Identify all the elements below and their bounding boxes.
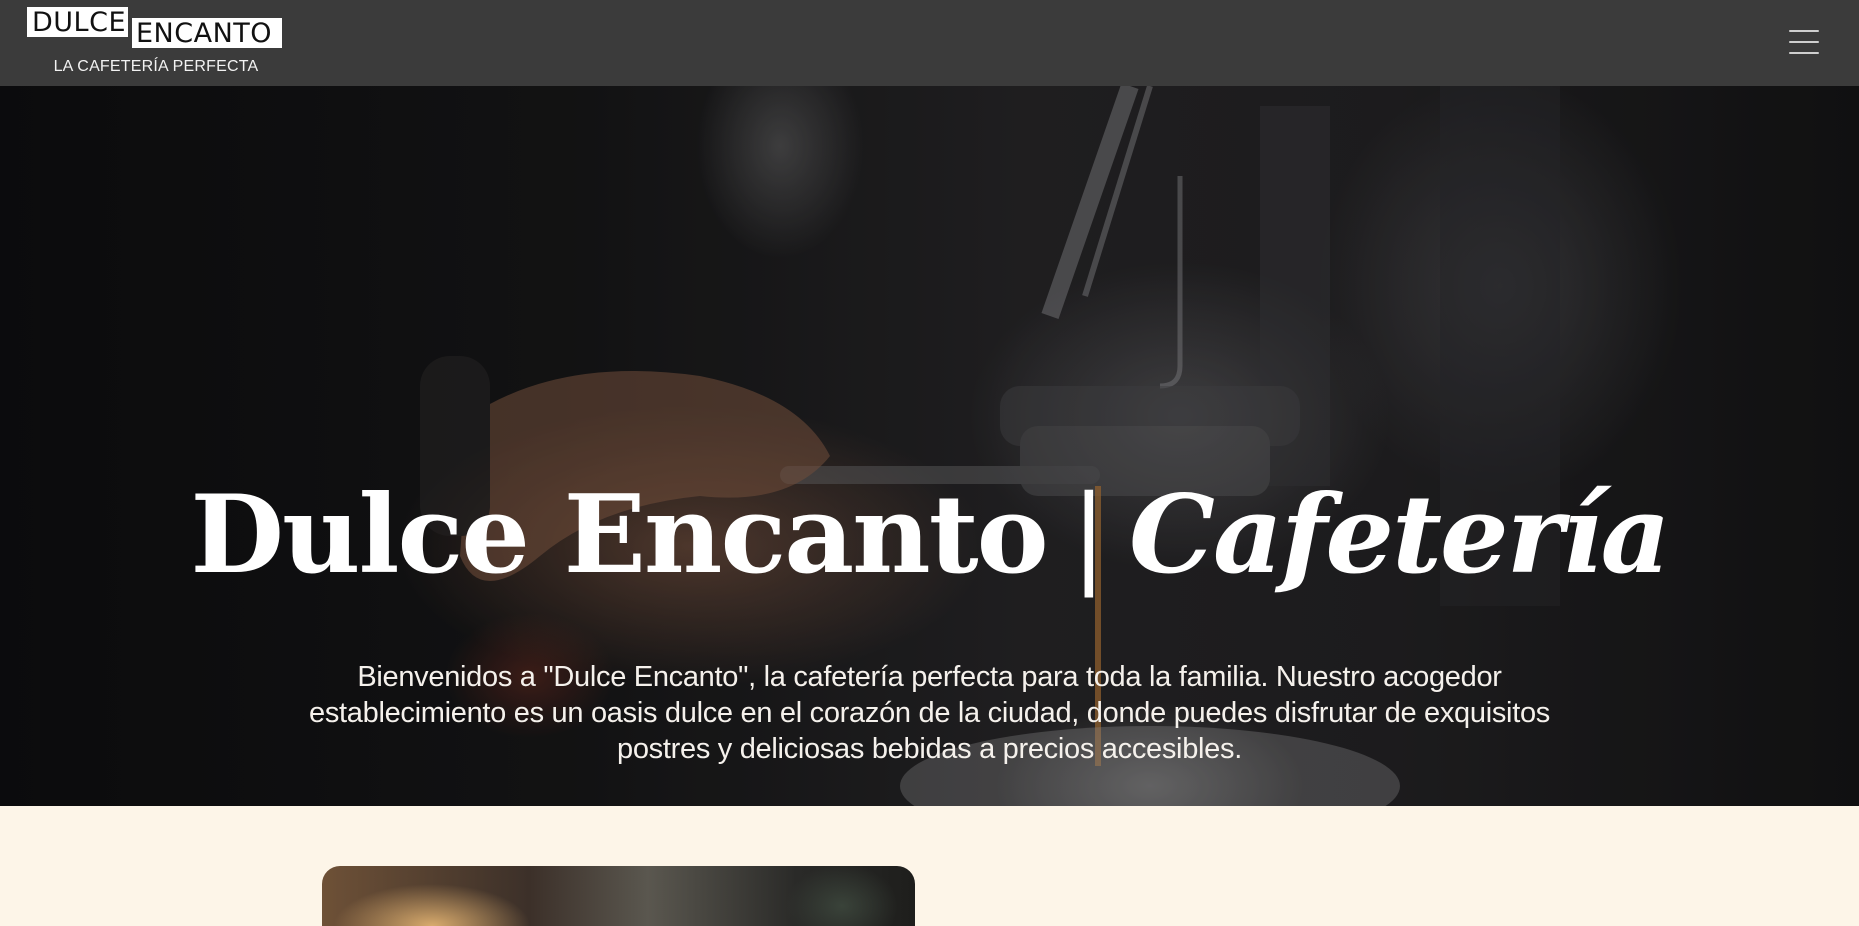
hero-section: Dulce Encanto | Cafetería Bienvenidos a "D… (0, 86, 1859, 806)
menu-icon-bar (1789, 30, 1819, 32)
cafe-interior-image (322, 866, 915, 926)
hero-title-separator: | (1070, 473, 1107, 598)
hero-title-main: Dulce Encanto (190, 472, 1048, 598)
logo-word-encanto: ENCANTO (132, 18, 282, 48)
brand-tagline: LA CAFETERÍA PERFECTA (53, 58, 259, 75)
hero-title: Dulce Encanto | Cafetería (0, 481, 1859, 590)
hero-title-italic: Cafetería (1129, 472, 1671, 598)
brand-logo[interactable]: DULCE ENCANTO LA CAFETERÍA PERFECTA (27, 6, 285, 82)
menu-icon-bar (1789, 41, 1819, 43)
hero-description: Bienvenidos a "Dulce Encanto", la cafete… (309, 661, 1550, 765)
logo-word-dulce: DULCE (27, 7, 128, 37)
hamburger-menu-icon[interactable] (1785, 24, 1823, 60)
menu-icon-bar (1789, 52, 1819, 54)
navbar: DULCE ENCANTO LA CAFETERÍA PERFECTA (0, 0, 1859, 86)
